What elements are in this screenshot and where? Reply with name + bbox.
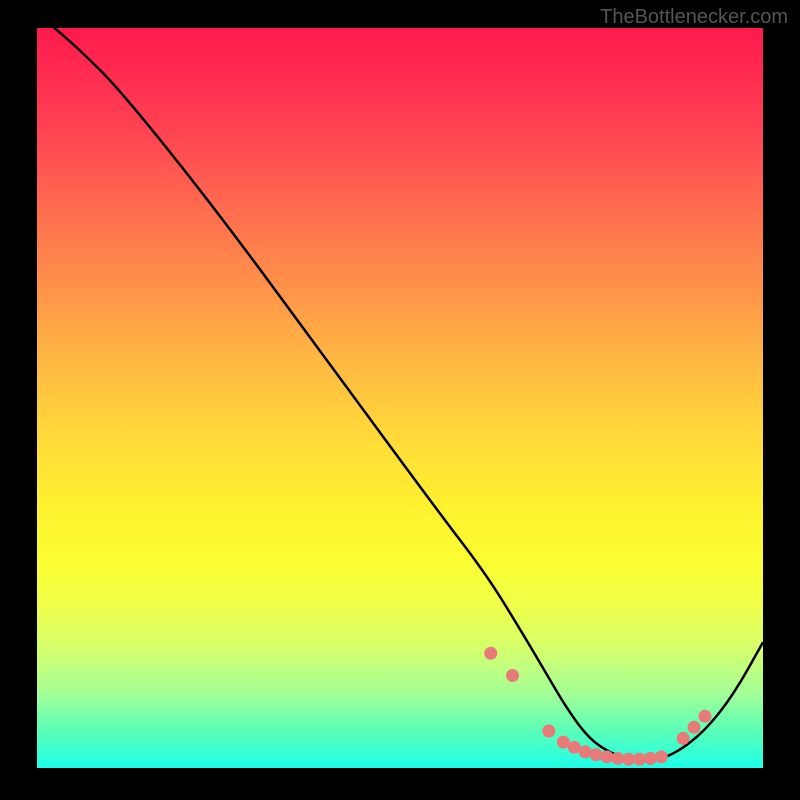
data-marker bbox=[542, 725, 555, 738]
data-marker bbox=[644, 752, 657, 765]
data-marker bbox=[484, 647, 497, 660]
data-marker bbox=[655, 750, 668, 763]
data-marker bbox=[590, 748, 603, 761]
data-markers bbox=[484, 647, 711, 766]
data-marker bbox=[579, 745, 592, 758]
chart-svg bbox=[37, 28, 763, 768]
chart-area bbox=[37, 28, 763, 768]
data-marker bbox=[698, 710, 711, 723]
data-marker bbox=[677, 732, 690, 745]
data-marker bbox=[688, 721, 701, 734]
data-marker bbox=[600, 750, 613, 763]
watermark-text: TheBottlenecker.com bbox=[600, 6, 788, 29]
curve-line bbox=[37, 13, 763, 760]
data-marker bbox=[506, 669, 519, 682]
